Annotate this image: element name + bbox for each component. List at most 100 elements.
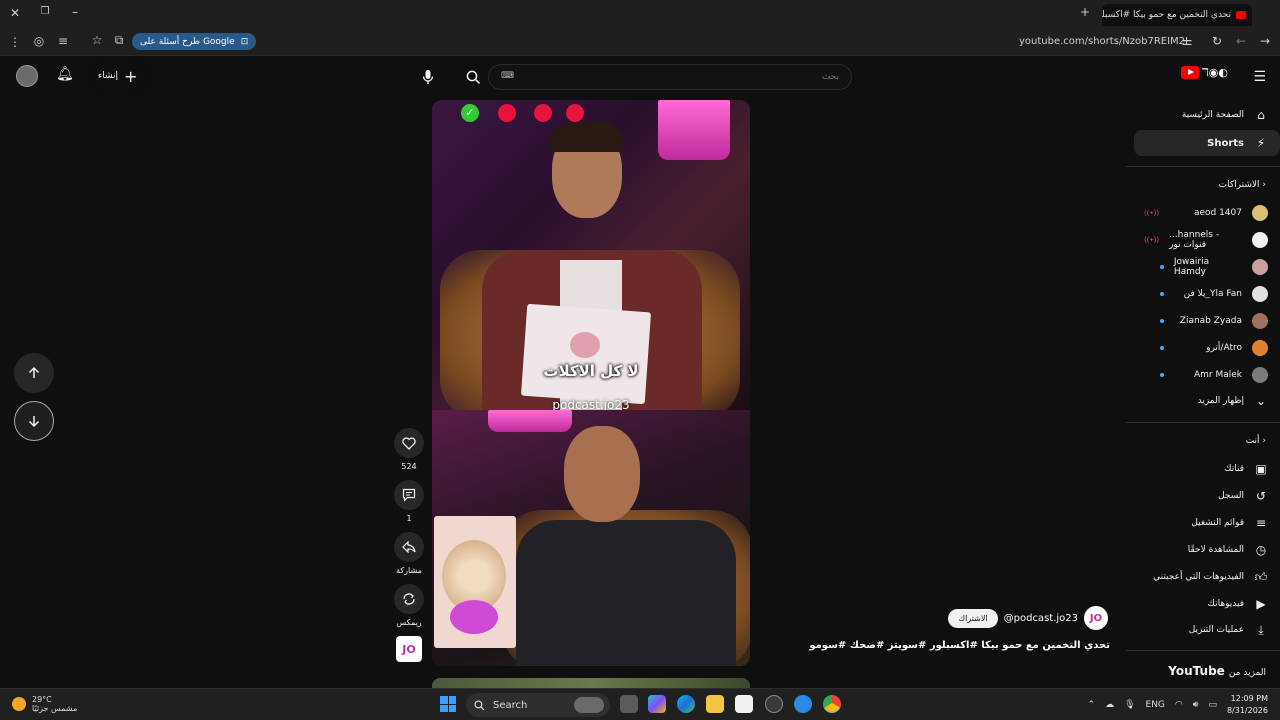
- sidebar-item-downloads[interactable]: عمليات التنزيل ⤓: [1134, 617, 1280, 643]
- ask-google-chip[interactable]: طرح أسئلة على Google ⊡: [132, 33, 257, 50]
- microphone-tray-icon[interactable]: 🎙︎: [1124, 700, 1135, 710]
- browser-menu-icon[interactable]: ⋮: [6, 35, 24, 49]
- tray-overflow-icon[interactable]: ⌃: [1088, 700, 1096, 710]
- channel-row: الاشتراك @podcast.jo23 JO: [948, 606, 1108, 630]
- video-title[interactable]: تحدي التخمين مع حمو بيكا #اكسبلور #سويتز…: [809, 640, 1110, 651]
- weather-widget[interactable]: 29°C مشمس جزئيًا: [12, 695, 77, 713]
- lamp-shade: [658, 100, 730, 160]
- previous-short-button[interactable]: [14, 353, 54, 393]
- wifi-icon[interactable]: ◠: [1175, 700, 1183, 710]
- youtube-header: 🔔︎ إنشاء + ⌨ ℸ◉◐ ☰: [0, 56, 1280, 98]
- windows-start-icon[interactable]: [440, 696, 456, 712]
- sidebar-item-show-more[interactable]: إظهار المزيد ⌄: [1134, 388, 1280, 414]
- create-button[interactable]: إنشاء +: [88, 63, 148, 89]
- sidebar-item-label: الفيديوهات التي أعجبتني: [1153, 572, 1244, 582]
- live-indicator-icon: ((•)): [1144, 236, 1160, 244]
- sidebar-item-your-channel[interactable]: قناتك ▣: [1134, 456, 1280, 482]
- search-button[interactable]: [456, 64, 490, 90]
- search-input[interactable]: [489, 65, 851, 89]
- account-avatar[interactable]: [16, 65, 38, 87]
- chrome-icon[interactable]: [823, 695, 841, 713]
- share-action[interactable]: مشاركة: [392, 532, 426, 575]
- chatgpt-icon[interactable]: [765, 695, 783, 713]
- channel-avatar: [1252, 232, 1268, 248]
- browser-tab[interactable]: تحدي التخمين مع حمو بيكا #اكسبلور ✕: [1102, 4, 1252, 26]
- remix-action[interactable]: ريمكس: [392, 584, 426, 627]
- subscribe-button[interactable]: الاشتراك: [948, 608, 998, 628]
- channel-label: Jowairia Hamdy: [1173, 257, 1210, 277]
- close-window-icon[interactable]: ✕: [6, 6, 24, 20]
- reload-icon[interactable]: ↻: [1208, 34, 1226, 48]
- comment-action[interactable]: 1: [392, 480, 426, 523]
- person-hair: [550, 122, 624, 152]
- channel-name[interactable]: @podcast.jo23: [1004, 613, 1078, 624]
- sidebar-item-channel[interactable]: ((•)) ...hannels - قنوات نور: [1134, 227, 1280, 253]
- share-arrow-icon: [402, 541, 416, 553]
- channel-label: Amr Malek: [1193, 370, 1242, 380]
- tune-icon[interactable]: ⚌: [1178, 34, 1196, 48]
- sidebar-item-history[interactable]: السجل ↺: [1134, 483, 1280, 509]
- guide-menu-icon[interactable]: ☰: [1253, 69, 1266, 85]
- channel-thumbnail[interactable]: JO: [396, 636, 422, 662]
- sidebar-item-channel[interactable]: ((•)) aeod 1407: [1134, 200, 1280, 226]
- taskbar-clock[interactable]: 12:09 PM 8/31/2026: [1227, 693, 1268, 717]
- like-action[interactable]: 524: [392, 428, 426, 471]
- sidebar-item-your-videos[interactable]: فيديوهاتك ▶: [1134, 591, 1280, 617]
- heart-icon: [402, 436, 416, 450]
- lamp-shade-bottom: [488, 410, 572, 432]
- forward-icon[interactable]: ←: [1232, 34, 1250, 48]
- edge-browser-icon[interactable]: [677, 695, 695, 713]
- like-button[interactable]: [394, 428, 424, 458]
- onedrive-icon[interactable]: ☁: [1105, 700, 1114, 710]
- extensions-icon[interactable]: ◎: [30, 34, 48, 48]
- sidebar-item-playlists[interactable]: قوائم التشغيل ≡: [1134, 510, 1280, 536]
- new-tab-icon[interactable]: +: [1076, 5, 1094, 19]
- keyboard-icon[interactable]: ⌨: [501, 71, 514, 81]
- volume-icon[interactable]: 🔊︎: [1193, 700, 1199, 710]
- keyboard-language[interactable]: ENG: [1146, 700, 1165, 710]
- short-video-player[interactable]: ✓ لا كل الاكلات podcast.jo23: [432, 100, 750, 666]
- remix-button[interactable]: [394, 584, 424, 614]
- sidebar-item-channel[interactable]: Zianab Zyada: [1134, 308, 1280, 334]
- comment-button[interactable]: [394, 480, 424, 510]
- microsoft-store-icon[interactable]: [735, 695, 753, 713]
- copilot-icon[interactable]: [648, 695, 666, 713]
- live-indicator-icon: ((•)): [1144, 209, 1160, 217]
- back-icon[interactable]: →: [1256, 34, 1274, 48]
- site-settings-icon[interactable]: ≡: [54, 34, 72, 48]
- sidebar-item-channel[interactable]: Jowairia Hamdy: [1134, 254, 1280, 280]
- subscriptions-header[interactable]: الاشتراكات ›: [1219, 180, 1266, 190]
- minimize-window-icon[interactable]: –: [66, 5, 84, 19]
- clock-time: 12:09 PM: [1230, 694, 1268, 703]
- next-short-button[interactable]: [14, 401, 54, 441]
- sidebar-item-channel[interactable]: أترو/Atro: [1134, 335, 1280, 361]
- sidebar-item-channel[interactable]: Amr Malek: [1134, 362, 1280, 388]
- sidebar-item-channel[interactable]: يلا فن_Yla Fan: [1134, 281, 1280, 307]
- battery-icon[interactable]: ▭: [1208, 700, 1217, 710]
- new-content-dot: [1160, 373, 1164, 377]
- more-from-youtube-header: YouTube المزيد من: [1168, 664, 1266, 678]
- youtube-logo[interactable]: ℸ◉◐: [1180, 66, 1228, 79]
- channel-label: يلا فن_Yla Fan: [1183, 289, 1242, 299]
- you-header[interactable]: أنت ›: [1246, 436, 1266, 446]
- share-button[interactable]: [394, 532, 424, 562]
- url-text[interactable]: youtube.com/shorts/Nzob7REIM2I: [1019, 36, 1188, 47]
- search-box[interactable]: ⌨: [488, 64, 852, 90]
- task-view-icon[interactable]: [620, 695, 638, 713]
- sidebar-item-shorts[interactable]: Shorts ⚡︎: [1134, 130, 1280, 156]
- channel-avatar[interactable]: JO: [1084, 606, 1108, 630]
- channel-avatar: [1252, 367, 1268, 383]
- taskbar-search[interactable]: Search: [466, 693, 610, 717]
- voice-search-button[interactable]: [416, 64, 440, 90]
- sidebar-item-home[interactable]: الصفحة الرئيسية ⌂: [1134, 102, 1280, 128]
- file-explorer-icon[interactable]: [706, 695, 724, 713]
- sidebar-item-liked-videos[interactable]: الفيديوهات التي أعجبتني 👍︎: [1134, 564, 1280, 590]
- shorts-icon: ⚡︎: [1256, 136, 1266, 150]
- notifications-bell-icon[interactable]: 🔔︎: [56, 66, 74, 82]
- bookmark-star-icon[interactable]: ☆: [88, 33, 106, 47]
- video-play-icon: ▶: [1256, 597, 1266, 611]
- install-app-icon[interactable]: ⧉: [110, 33, 128, 48]
- app-globe-icon[interactable]: [794, 695, 812, 713]
- sidebar-item-watch-later[interactable]: المشاهدة لاحقًا ◷: [1134, 537, 1280, 563]
- restore-window-icon[interactable]: ❐: [36, 6, 54, 17]
